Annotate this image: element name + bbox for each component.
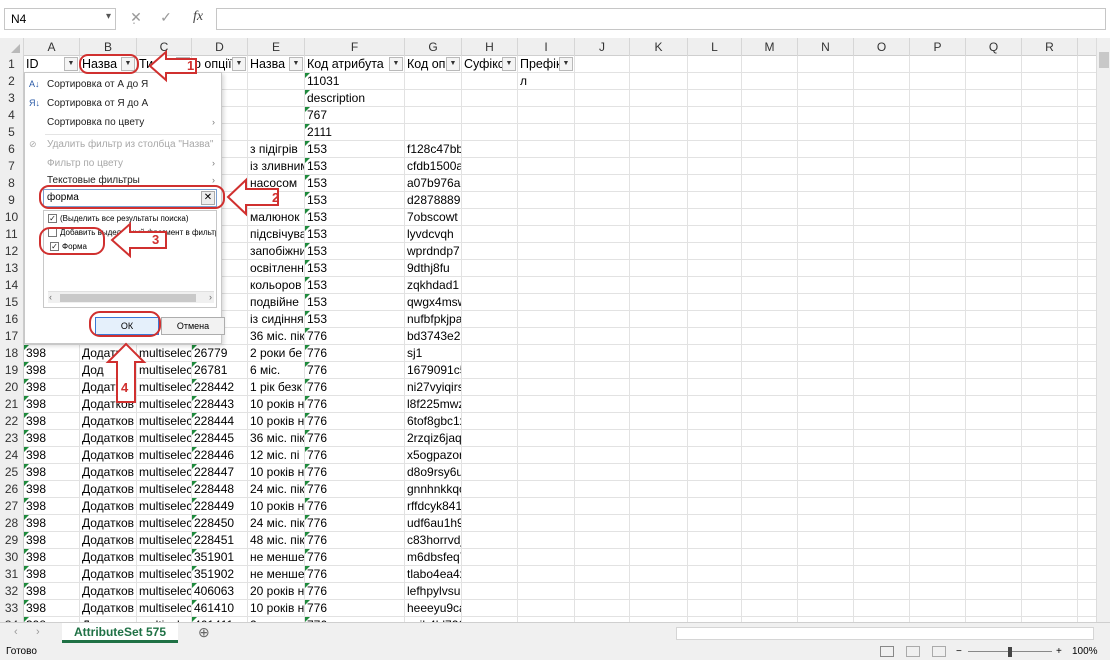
status-ready: Готово: [6, 646, 37, 657]
annotation-number: 1: [187, 58, 194, 73]
status-bar: Готово − + 100%: [0, 644, 1110, 660]
add-sheet-icon[interactable]: ⊕: [198, 624, 210, 641]
annotation-layer: 1 2 3 4: [39, 49, 279, 403]
annotation-number: 2: [272, 190, 279, 205]
arrow-2: [226, 177, 279, 217]
page-break-icon[interactable]: [932, 646, 946, 657]
chevron-right-icon[interactable]: ›: [36, 626, 40, 638]
oval-ok: [89, 311, 161, 337]
annotation-number: 3: [152, 232, 159, 247]
zoom-level: 100%: [1072, 646, 1098, 657]
sheet-tab[interactable]: AttributeSet 575: [62, 623, 178, 643]
zoom-in-icon[interactable]: +: [1056, 644, 1062, 660]
oval-header-nazva: [79, 54, 139, 74]
horizontal-scrollbar[interactable]: [676, 627, 1094, 640]
chevron-left-icon[interactable]: ‹: [14, 626, 18, 638]
oval-search: [39, 185, 225, 209]
sheet-tab-bar: ‹ › AttributeSet 575 ⊕: [0, 622, 1110, 644]
oval-forma: [39, 227, 105, 255]
annotation-number: 4: [121, 380, 129, 395]
normal-view-icon[interactable]: [880, 646, 894, 657]
zoom-slider-thumb[interactable]: [1008, 647, 1012, 657]
zoom-out-icon[interactable]: −: [956, 644, 962, 660]
page-layout-icon[interactable]: [906, 646, 920, 657]
